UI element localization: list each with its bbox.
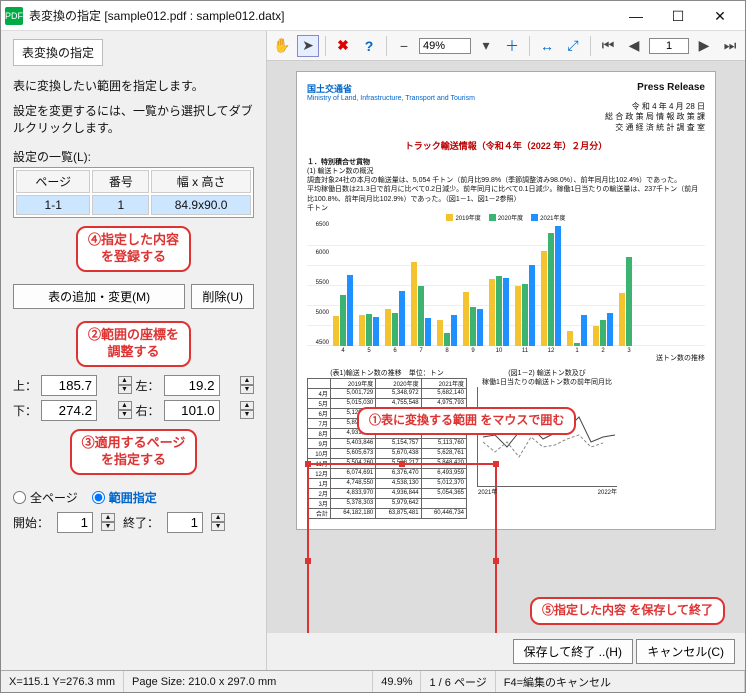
cancel-button[interactable]: キャンセル(C) — [636, 639, 735, 664]
status-pagesize: Page Size: 210.0 x 297.0 mm — [124, 671, 373, 692]
end-input[interactable] — [167, 512, 203, 533]
bar-chart: 4500 5000 5500 6000 6500 — [307, 226, 705, 346]
status-coord: X=115.1 Y=276.3 mm — [1, 671, 124, 692]
start-label: 開始： — [13, 514, 49, 531]
spin-top[interactable]: ▲▼ — [118, 376, 132, 394]
delete-button[interactable]: 削除(U) — [191, 284, 254, 309]
input-bottom[interactable] — [41, 400, 97, 421]
prev-page-icon[interactable]: ◀ — [623, 35, 645, 57]
label-right: 右： — [136, 402, 160, 419]
callout-1: ①表に変換する範囲 をマウスで囲む — [357, 407, 576, 435]
minimize-button[interactable]: — — [615, 2, 657, 30]
table-row[interactable]: 1-1 1 84.9x90.0 — [16, 195, 251, 215]
line-chart: 2021年 2022年 — [477, 387, 617, 487]
col-page: ページ — [16, 170, 90, 193]
selection-box[interactable] — [307, 463, 497, 633]
spin-right[interactable]: ▲▼ — [240, 401, 254, 419]
spin-start[interactable]: ▲▼ — [101, 513, 115, 531]
spin-end[interactable]: ▲▼ — [211, 513, 225, 531]
window-title: 表変換の指定 [sample012.pdf : sample012.datx] — [29, 7, 615, 24]
input-left[interactable] — [164, 375, 220, 396]
add-change-button[interactable]: 表の追加・変更(M) — [13, 284, 185, 309]
start-input[interactable] — [57, 512, 93, 533]
panel-caption: 表変換の指定 — [13, 39, 103, 66]
save-exit-button[interactable]: 保存して終了 ..(H) — [513, 639, 633, 664]
status-bar: X=115.1 Y=276.3 mm Page Size: 210.0 x 29… — [1, 670, 745, 692]
radio-all-pages[interactable]: 全ページ — [13, 489, 78, 506]
radio-range[interactable]: 範囲指定 — [92, 489, 157, 506]
col-num: 番号 — [92, 170, 149, 193]
pointer-tool-icon[interactable]: ➤ — [297, 35, 319, 57]
close-button[interactable]: ✕ — [699, 2, 741, 30]
label-bottom: 下： — [13, 402, 37, 419]
input-top[interactable] — [41, 375, 97, 396]
document-page: 国土交通省 Ministry of Land, Infrastructure, … — [296, 71, 716, 530]
status-help: F4=編集のキャンセル — [496, 671, 745, 692]
app-icon: PDF — [5, 7, 23, 25]
next-page-icon[interactable]: ▶ — [693, 35, 715, 57]
fit-width-icon[interactable]: ↔ — [536, 35, 558, 57]
hand-tool-icon[interactable]: ✋ — [271, 35, 293, 57]
intro-text-2: 設定を変更するには、一覧から選択してダブルクリックします。 — [13, 103, 254, 137]
callout-2: ②範囲の座標を 調整する — [76, 321, 191, 367]
spin-left[interactable]: ▲▼ — [240, 376, 254, 394]
callout-4: ④指定した内容 を登録する — [76, 226, 191, 272]
last-page-icon[interactable]: ⏭ — [719, 35, 741, 57]
doc-title: トラック輸送情報（令和４年（2022 年）２月分） — [307, 139, 705, 152]
zoom-out-icon[interactable]: − — [393, 35, 415, 57]
end-label: 終了： — [123, 514, 159, 531]
status-page: 1 / 6 ページ — [421, 671, 495, 692]
label-left: 左： — [136, 377, 160, 394]
zoom-dropdown-icon[interactable]: ▾ — [475, 35, 497, 57]
input-right[interactable] — [164, 400, 220, 421]
callout-5: ⑤指定した内容 を保存して終了 — [530, 597, 725, 625]
status-zoom: 49.9% — [373, 671, 421, 692]
zoom-in-icon[interactable]: ＋ — [501, 35, 523, 57]
col-size: 幅 x 高さ — [151, 170, 251, 193]
delete-icon[interactable]: ✖ — [332, 35, 354, 57]
fit-page-icon[interactable]: ⤢ — [562, 35, 584, 57]
intro-text-1: 表に変換したい範囲を指定します。 — [13, 78, 254, 95]
help-icon[interactable]: ? — [358, 35, 380, 57]
list-label: 設定の一覧(L): — [13, 148, 254, 165]
page-input[interactable] — [649, 38, 689, 54]
label-top: 上： — [13, 377, 37, 394]
first-page-icon[interactable]: ⏮ — [597, 35, 619, 57]
press-release-label: Press Release — [637, 82, 705, 93]
zoom-input[interactable] — [419, 38, 471, 54]
ministry-logo: 国土交通省 — [307, 82, 475, 95]
callout-3: ③適用するページ を指定する — [70, 429, 198, 475]
maximize-button[interactable]: ☐ — [657, 2, 699, 30]
settings-table[interactable]: ページ 番号 幅 x 高さ 1-1 1 84.9x90.0 — [13, 167, 254, 218]
spin-bottom[interactable]: ▲▼ — [118, 401, 132, 419]
